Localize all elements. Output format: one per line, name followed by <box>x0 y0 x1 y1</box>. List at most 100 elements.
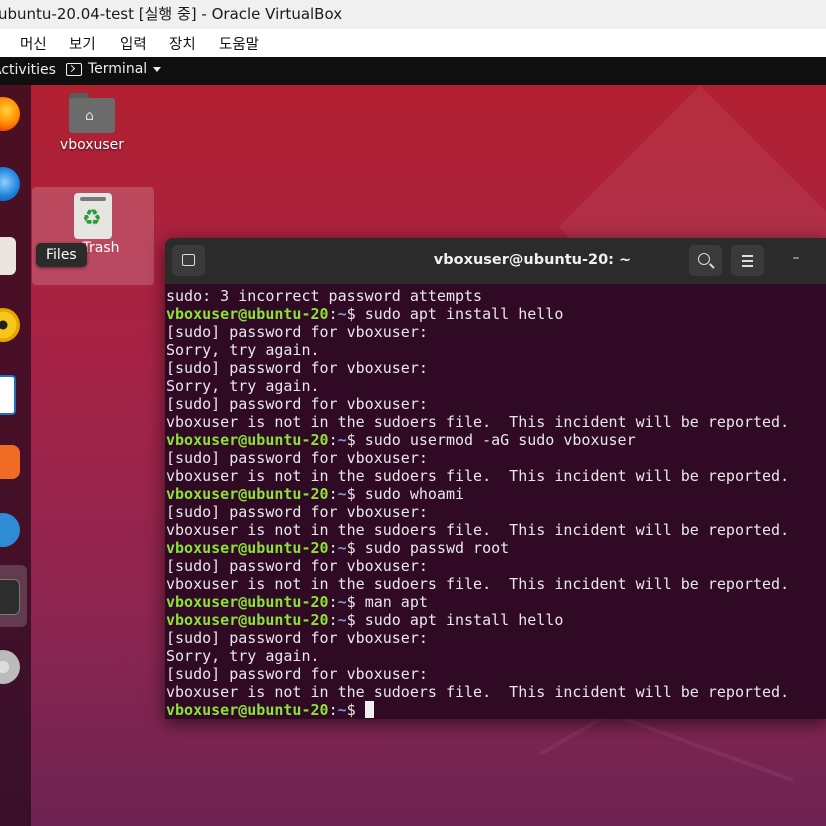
terminal-prompt-line: vboxuser@ubuntu-20:~$ man apt <box>166 593 826 611</box>
window-title: ubuntu-20.04-test [실행 중] - Oracle Virtua… <box>0 5 343 23</box>
prompt-path: ~ <box>337 593 347 611</box>
prompt-user-host: vboxuser@ubuntu-20 <box>166 701 329 719</box>
prompt-dollar: $ <box>346 539 365 557</box>
terminal-output-line: [sudo] password for vboxuser: <box>166 629 826 647</box>
terminal-output-line: [sudo] password for vboxuser: <box>166 395 826 413</box>
terminal-output[interactable]: sudo: 3 incorrect password attempts vboxu… <box>166 287 826 719</box>
output-text: [sudo] password for vboxuser: <box>166 323 428 341</box>
terminal-output-line: [sudo] password for vboxuser: <box>166 359 826 377</box>
menu-input[interactable]: 입력 <box>120 33 147 54</box>
prompt-path: ~ <box>337 305 347 323</box>
prompt-user-host: vboxuser@ubuntu-20 <box>166 485 329 503</box>
guest-screen: Activities Terminal ⌂ vboxuser ♻ Trash F… <box>0 57 826 826</box>
files-icon[interactable] <box>0 237 16 275</box>
home-folder-label: vboxuser <box>59 137 125 153</box>
output-text: [sudo] password for vboxuser: <box>166 449 428 467</box>
prompt-path: ~ <box>337 701 347 719</box>
software-icon[interactable] <box>0 445 20 479</box>
output-text: [sudo] password for vboxuser: <box>166 665 428 683</box>
terminal-prompt-line: vboxuser@ubuntu-20:~$ sudo usermod -aG s… <box>166 431 826 449</box>
output-text: Sorry, try again. <box>166 647 320 665</box>
terminal-cursor <box>364 701 374 718</box>
prompt-separator: : <box>328 593 338 611</box>
dock <box>0 85 31 826</box>
search-button[interactable] <box>689 245 722 276</box>
terminal-output-line: [sudo] password for vboxuser: <box>166 503 826 521</box>
hamburger-menu-icon <box>742 255 753 257</box>
prompt-user-host: vboxuser@ubuntu-20 <box>166 431 329 449</box>
output-text: sudo: 3 incorrect password attempts <box>166 287 483 305</box>
output-text: vboxuser is not in the sudoers file. Thi… <box>166 521 790 539</box>
terminal-output-line: [sudo] password for vboxuser: <box>166 449 826 467</box>
output-text: Sorry, try again. <box>166 377 320 395</box>
terminal-output-line: [sudo] password for vboxuser: <box>166 323 826 341</box>
menu-view[interactable]: 보기 <box>69 33 96 54</box>
dvd-icon[interactable] <box>0 650 20 684</box>
terminal-output-line: vboxuser is not in the sudoers file. Thi… <box>166 467 826 485</box>
prompt-path: ~ <box>337 485 347 503</box>
prompt-separator: : <box>328 305 338 323</box>
prompt-separator: : <box>328 611 338 629</box>
prompt-dollar: $ <box>346 701 365 719</box>
output-text: Sorry, try again. <box>166 341 320 359</box>
search-icon <box>698 253 710 265</box>
terminal-prompt-line: vboxuser@ubuntu-20:~$ sudo whoami <box>166 485 826 503</box>
prompt-user-host: vboxuser@ubuntu-20 <box>166 305 329 323</box>
minimize-button[interactable]: – <box>785 250 807 272</box>
prompt-separator: : <box>328 539 338 557</box>
prompt-separator: : <box>328 485 338 503</box>
thunderbird-icon[interactable] <box>0 167 20 201</box>
terminal-output-line: Sorry, try again. <box>166 341 826 359</box>
prompt-dollar: $ <box>346 611 365 629</box>
terminal-prompt-line: vboxuser@ubuntu-20:~$ <box>166 701 826 719</box>
help-icon[interactable] <box>0 513 20 547</box>
terminal-icon <box>66 62 82 76</box>
prompt-dollar: $ <box>346 305 365 323</box>
minimize-icon: – <box>792 250 800 266</box>
writer-icon[interactable] <box>0 375 16 415</box>
vbox-titlebar: ubuntu-20.04-test [실행 중] - Oracle Virtua… <box>0 0 826 29</box>
terminal-prompt-line: vboxuser@ubuntu-20:~$ sudo apt install h… <box>166 305 826 323</box>
vbox-menubar: 머신 보기 입력 장치 도움말 <box>0 29 826 57</box>
trash-icon: ♻ <box>74 193 112 239</box>
terminal-title: vboxuser@ubuntu-20: ~ <box>433 252 632 268</box>
prompt-dollar: $ <box>346 431 365 449</box>
home-folder-icon: ⌂ <box>69 93 115 133</box>
terminal-output-line: [sudo] password for vboxuser: <box>166 557 826 575</box>
terminal-output-line: vboxuser is not in the sudoers file. Thi… <box>166 521 826 539</box>
prompt-command: sudo whoami <box>364 485 465 503</box>
prompt-separator: : <box>328 701 338 719</box>
output-text: vboxuser is not in the sudoers file. Thi… <box>166 683 790 701</box>
gnome-top-bar: Activities Terminal <box>0 57 826 85</box>
prompt-command: man apt <box>364 593 428 611</box>
prompt-command: sudo apt install hello <box>364 611 564 629</box>
rhythmbox-icon[interactable] <box>0 308 20 342</box>
menu-devices[interactable]: 장치 <box>169 33 196 54</box>
output-text: [sudo] password for vboxuser: <box>166 359 428 377</box>
desktop-home-folder[interactable]: ⌂ vboxuser <box>56 93 128 153</box>
terminal-output-line: sudo: 3 incorrect password attempts <box>166 287 826 305</box>
firefox-icon[interactable] <box>0 97 20 131</box>
terminal-icon[interactable] <box>0 579 20 615</box>
prompt-path: ~ <box>337 431 347 449</box>
terminal-output-line: [sudo] password for vboxuser: <box>166 665 826 683</box>
prompt-dollar: $ <box>346 593 365 611</box>
terminal-window[interactable]: vboxuser@ubuntu-20: ~ – sudo: 3 incorrec… <box>165 238 826 719</box>
app-menu-label: Terminal <box>88 61 148 77</box>
output-text: [sudo] password for vboxuser: <box>166 503 428 521</box>
prompt-dollar: $ <box>346 485 365 503</box>
terminal-menu-button[interactable] <box>731 245 764 276</box>
prompt-command: sudo usermod -aG sudo vboxuser <box>364 431 636 449</box>
output-text: [sudo] password for vboxuser: <box>166 629 428 647</box>
menu-machine[interactable]: 머신 <box>20 33 47 54</box>
output-text: vboxuser is not in the sudoers file. Thi… <box>166 575 790 593</box>
prompt-user-host: vboxuser@ubuntu-20 <box>166 593 329 611</box>
app-menu-terminal[interactable]: Terminal <box>66 61 162 77</box>
output-text: vboxuser is not in the sudoers file. Thi… <box>166 467 790 485</box>
terminal-output-line: Sorry, try again. <box>166 377 826 395</box>
prompt-path: ~ <box>337 611 347 629</box>
prompt-command: sudo passwd root <box>364 539 510 557</box>
terminal-prompt-line: vboxuser@ubuntu-20:~$ sudo passwd root <box>166 539 826 557</box>
activities-button[interactable]: Activities <box>0 62 56 78</box>
menu-help[interactable]: 도움말 <box>219 33 259 54</box>
